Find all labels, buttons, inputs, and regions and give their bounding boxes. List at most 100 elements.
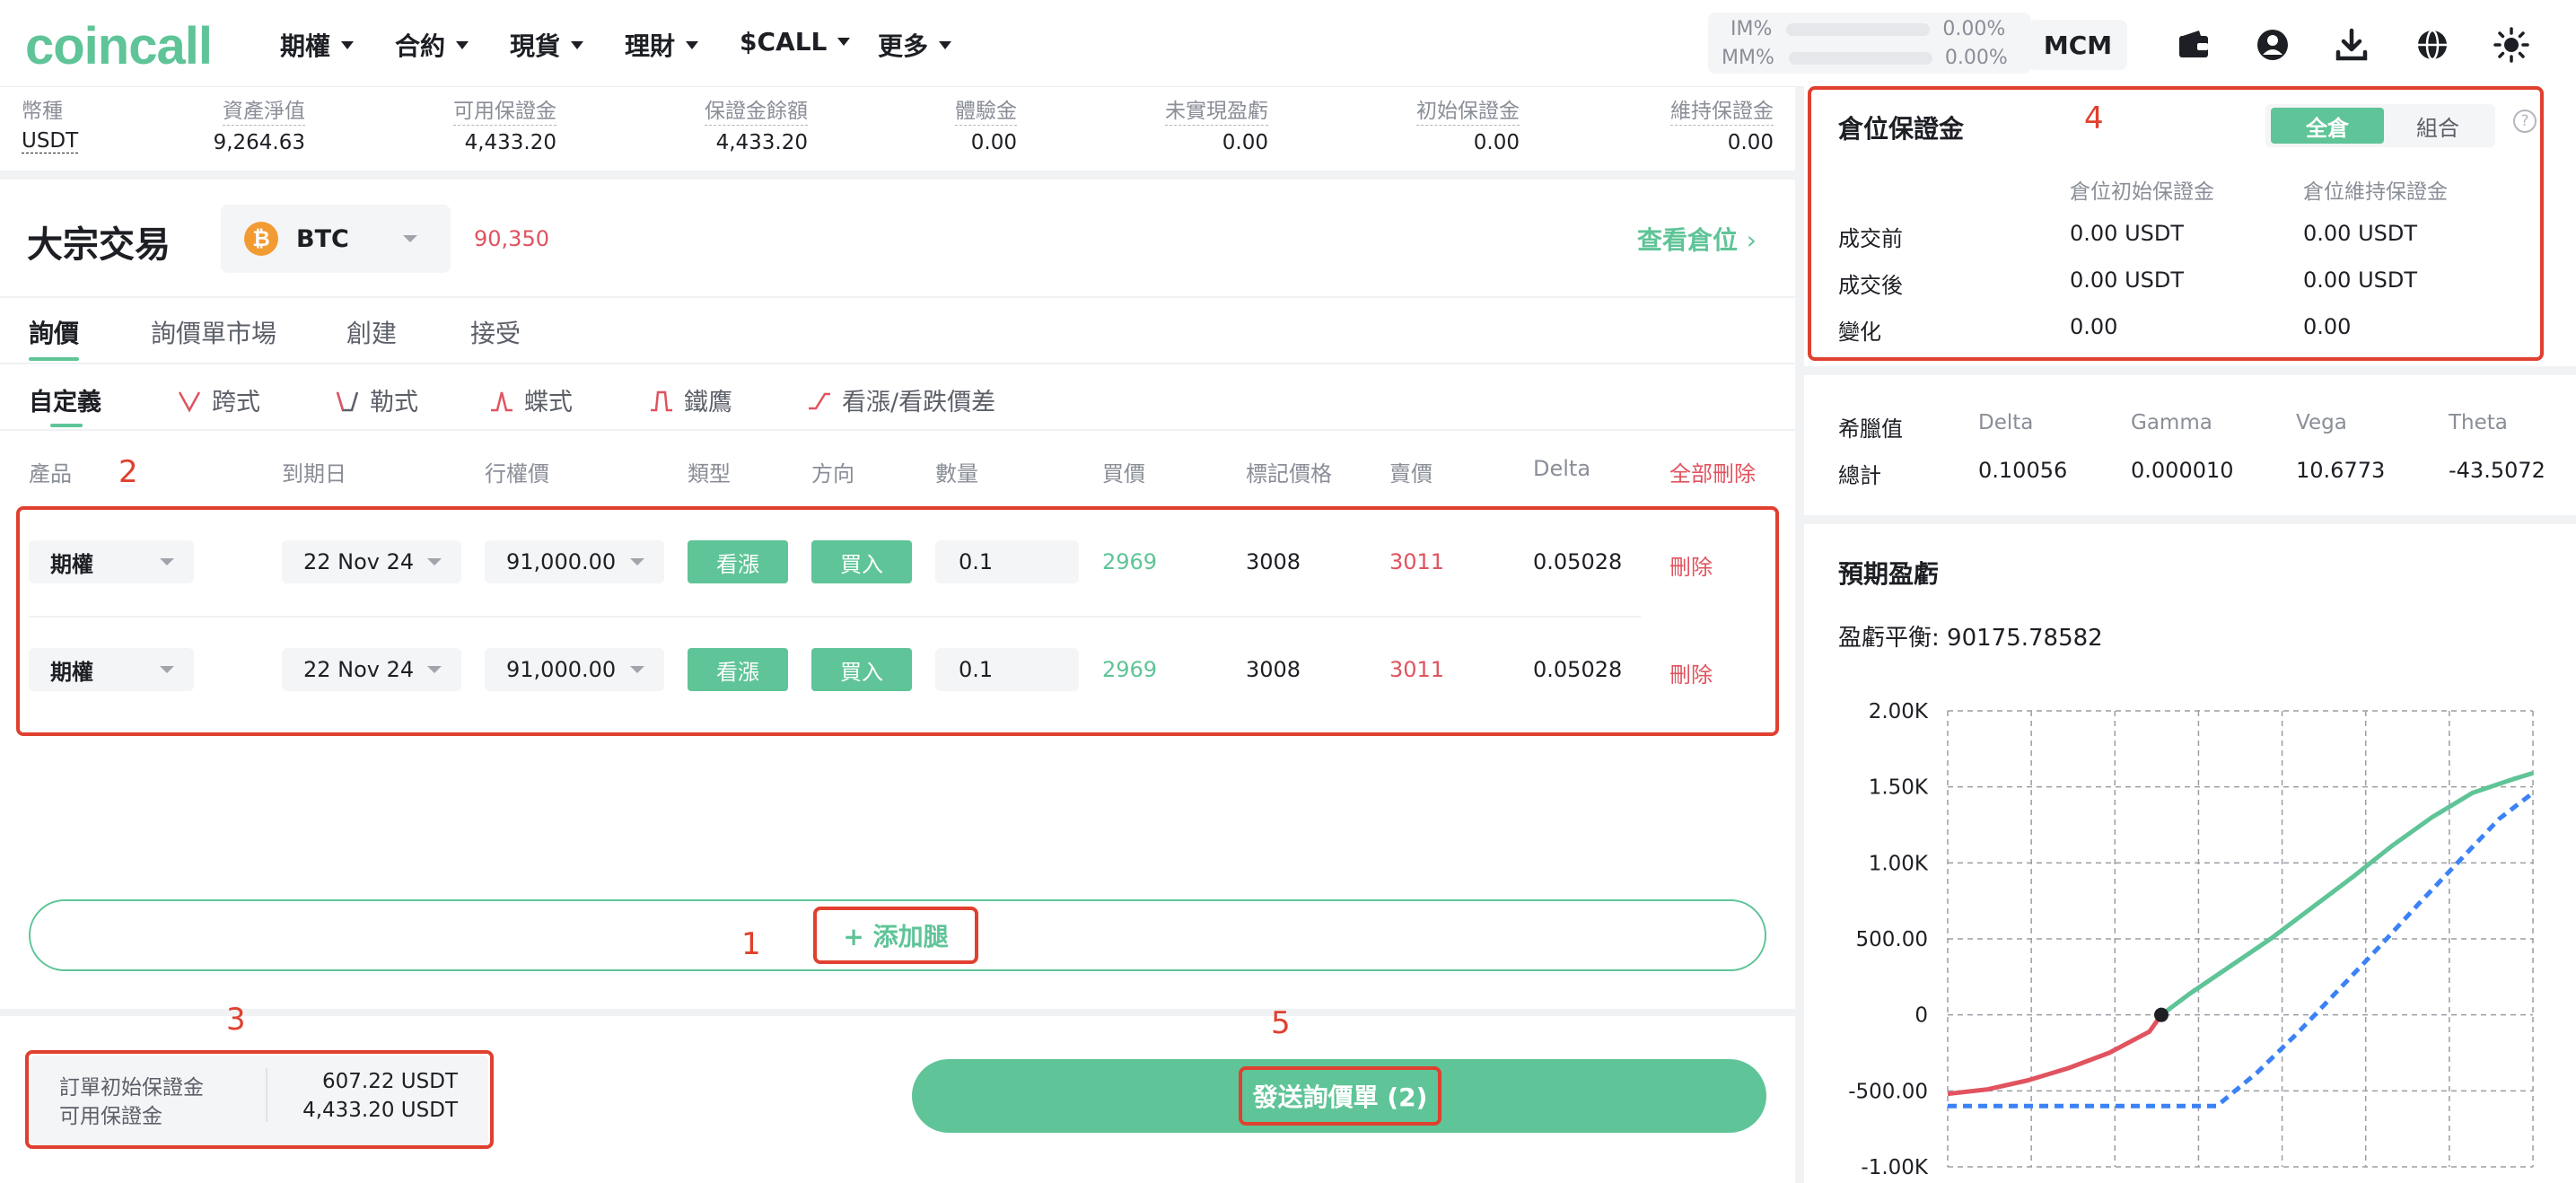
portfolio-margin-option[interactable]: 組合 — [2384, 108, 2492, 144]
summary-label: 保證金餘額 — [705, 93, 808, 126]
summary-currency: 幣種 USDT — [22, 93, 79, 153]
nav-spot[interactable]: 現貨 — [510, 27, 584, 63]
greek-col-delta: Delta — [1978, 411, 2034, 434]
currency-value[interactable]: USDT — [22, 129, 79, 153]
im-label: IM% — [1730, 18, 1773, 40]
chevron-down-icon — [427, 666, 442, 673]
annotation-1: 1 — [741, 926, 761, 962]
caret-down-icon — [456, 40, 469, 49]
side-buy-button[interactable]: 買入 — [811, 540, 912, 583]
side-buy-button[interactable]: 買入 — [811, 648, 912, 691]
product-value: 期權 — [50, 659, 93, 685]
greeks-panel — [1804, 375, 2576, 515]
logo[interactable]: coincall — [25, 16, 213, 76]
y-tick-label: 2.00K — [1869, 700, 1929, 723]
pnl-title: 預期盈虧 — [1838, 559, 1940, 589]
type-call-button[interactable]: 看漲 — [688, 540, 788, 583]
caret-down-icon — [686, 40, 699, 49]
strike-select[interactable]: 91,000.00 — [485, 540, 664, 583]
chevron-down-icon — [630, 558, 644, 565]
tab-create[interactable]: 創建 — [346, 314, 397, 350]
product-select[interactable]: 期權 — [29, 540, 194, 583]
y-tick-label: -1.00K — [1861, 1156, 1929, 1179]
nav-call-token[interactable]: $CALL — [740, 27, 851, 57]
delete-all-button[interactable]: 全部刪除 — [1669, 456, 1756, 487]
type-call-button[interactable]: 看漲 — [688, 648, 788, 691]
product-select[interactable]: 期權 — [29, 648, 194, 691]
annotation-5: 5 — [1271, 1005, 1291, 1041]
expiry-value: 22 Nov 24 — [303, 549, 415, 574]
strategy-label: 自定義 — [29, 389, 101, 416]
strategy-straddle[interactable]: 跨式 — [176, 382, 260, 417]
col-bid: 買價 — [1102, 461, 1145, 486]
nav-earn[interactable]: 理財 — [625, 27, 699, 63]
download-icon[interactable] — [2334, 27, 2370, 63]
help-icon[interactable]: ? — [2513, 110, 2537, 133]
theme-sun-icon[interactable] — [2493, 27, 2529, 63]
user-icon[interactable] — [2255, 27, 2291, 63]
pnl-loss-line — [1947, 1013, 2164, 1097]
summary-item: 資產淨值 9,264.63 — [214, 93, 305, 154]
row-divider — [29, 616, 1641, 618]
initial-margin-value: 0.00 USDT — [2070, 267, 2185, 293]
summary-label: 體驗金 — [955, 93, 1017, 126]
expiry-select[interactable]: 22 Nov 24 — [282, 648, 461, 691]
tab-rfq-market[interactable]: 詢價單市場 — [151, 314, 276, 350]
tab-rfq[interactable]: 詢價 — [29, 314, 79, 350]
y-tick-label: 1.50K — [1869, 776, 1929, 800]
nav-options[interactable]: 期權 — [280, 27, 355, 63]
summary-label: 未實現盈虧 — [1165, 93, 1268, 126]
divider — [0, 429, 1795, 431]
quantity-input[interactable]: 0.1 — [935, 540, 1079, 583]
caret-down-icon — [341, 40, 355, 49]
delete-leg-button[interactable]: 刪除 — [1669, 657, 1713, 688]
delete-leg-button[interactable]: 刪除 — [1669, 549, 1713, 581]
y-tick-label: 500.00 — [1856, 928, 1928, 951]
nav-more[interactable]: 更多 — [878, 27, 952, 63]
tab-accept[interactable]: 接受 — [470, 314, 521, 350]
quantity-input[interactable]: 0.1 — [935, 648, 1079, 691]
greek-vega-value: 10.6773 — [2296, 458, 2386, 483]
col-initial-margin: 倉位初始保證金 — [2070, 180, 2214, 204]
product-value: 期權 — [50, 551, 93, 577]
view-positions-label: 查看倉位 — [1637, 225, 1739, 255]
col-ask: 賣價 — [1389, 461, 1433, 486]
page-title: 大宗交易 — [27, 224, 171, 266]
mm-label: MM% — [1722, 47, 1774, 69]
bid-price: 2969 — [1102, 657, 1158, 682]
summary-item: 可用保證金 4,433.20 — [453, 93, 556, 154]
strike-select[interactable]: 91,000.00 — [485, 648, 664, 691]
strategy-strangle[interactable]: 勒式 — [334, 382, 418, 417]
nav-futures[interactable]: 合約 — [395, 27, 469, 63]
summary-item: 初始保證金 0.00 — [1416, 93, 1520, 154]
nav-label: $CALL — [740, 27, 828, 57]
im-bar — [1786, 22, 1931, 36]
im-value: 0.00% — [1942, 18, 2006, 40]
view-positions-link[interactable]: 查看倉位 › — [1637, 221, 1757, 257]
add-leg-button[interactable]: + 添加腿 — [813, 907, 978, 964]
globe-icon[interactable] — [2414, 27, 2450, 63]
row-label: 成交前 — [1838, 226, 1903, 251]
asset-select[interactable]: ₿ BTC — [221, 205, 451, 273]
expiry-select[interactable]: 22 Nov 24 — [282, 540, 461, 583]
strategy-butterfly[interactable]: 蝶式 — [488, 382, 573, 417]
summary-item: 體驗金 0.00 — [955, 93, 1017, 154]
account-tag[interactable]: MCM — [2028, 20, 2127, 70]
wallet-icon[interactable] — [2176, 27, 2212, 63]
col-expiry: 到期日 — [282, 461, 346, 486]
summary-item: 未實現盈虧 0.00 — [1165, 93, 1268, 154]
nav-label: 更多 — [878, 31, 929, 61]
send-rfq-button[interactable]: 發送詢價單 (2) — [1239, 1066, 1441, 1126]
summary-value: 4,433.20 — [715, 131, 808, 154]
chevron-down-icon — [160, 558, 174, 565]
cross-margin-option[interactable]: 全倉 — [2271, 108, 2384, 144]
strategy-label: 蝶式 — [524, 389, 573, 416]
strategy-vertical-spread[interactable]: 看漲/看跌價差 — [806, 382, 995, 417]
strategy-custom[interactable]: 自定義 — [29, 382, 101, 417]
divider — [266, 1068, 267, 1122]
annotation-4: 4 — [2084, 101, 2104, 136]
caret-down-icon — [837, 38, 851, 46]
pnl-expiry-dashed-line — [1948, 791, 2535, 1109]
mm-value: 0.00% — [1944, 47, 2008, 69]
strategy-iron-condor[interactable]: 鐵鷹 — [648, 382, 732, 417]
